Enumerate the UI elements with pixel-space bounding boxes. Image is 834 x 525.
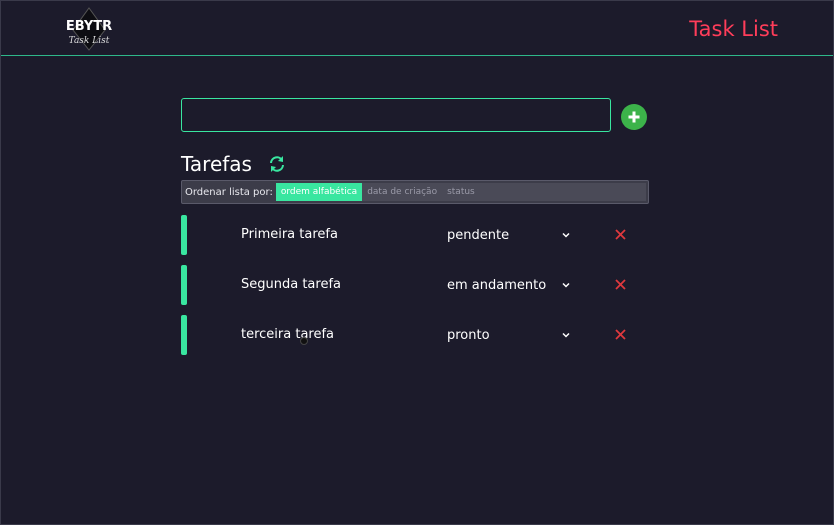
add-task-button[interactable] xyxy=(621,104,647,130)
app-title: Task List xyxy=(689,17,778,41)
sort-options: ordem alfabética data de criação status xyxy=(275,183,646,201)
task-name: Primeira tarefa xyxy=(241,227,338,242)
plus-icon xyxy=(628,111,640,123)
refresh-icon[interactable] xyxy=(267,154,287,174)
task-row: terceira tarefa pronto xyxy=(181,315,641,355)
sort-label: Ordenar lista por: xyxy=(185,186,273,198)
mouse-cursor-icon xyxy=(300,337,308,345)
task-row: Segunda tarefa em andamento xyxy=(181,265,641,305)
task-status-value: pronto xyxy=(447,327,490,343)
tasks-title: Tarefas xyxy=(181,152,252,176)
task-row: Primeira tarefa pendente xyxy=(181,215,641,255)
delete-task-icon[interactable] xyxy=(615,279,626,290)
app-window: EBYTR Task List Task List Tarefas Ordena… xyxy=(0,0,834,525)
task-name: terceira tarefa xyxy=(241,327,335,342)
svg-text:EBYTR: EBYTR xyxy=(66,19,112,34)
task-status-select[interactable]: pendente xyxy=(447,224,571,246)
chevron-down-icon xyxy=(562,332,570,338)
sort-bar: Ordenar lista por: ordem alfabética data… xyxy=(181,180,649,204)
ebytr-logo: EBYTR Task List xyxy=(59,6,119,52)
delete-task-icon[interactable] xyxy=(615,229,626,240)
delete-task-icon[interactable] xyxy=(615,329,626,340)
svg-text:Task List: Task List xyxy=(69,36,110,46)
task-accent-bar xyxy=(181,265,187,305)
sort-option-status[interactable]: status xyxy=(442,183,480,201)
task-accent-bar xyxy=(181,315,187,355)
new-task-input[interactable] xyxy=(181,98,611,132)
task-status-select[interactable]: pronto xyxy=(447,324,571,346)
task-status-value: pendente xyxy=(447,227,510,243)
task-status-value: em andamento xyxy=(447,277,547,293)
chevron-down-icon xyxy=(562,282,570,288)
task-name: Segunda tarefa xyxy=(241,277,341,292)
chevron-down-icon xyxy=(562,232,570,238)
sort-option-alphabetical[interactable]: ordem alfabética xyxy=(275,183,363,201)
task-accent-bar xyxy=(181,215,187,255)
app-header: EBYTR Task List Task List xyxy=(1,1,833,56)
task-status-select[interactable]: em andamento xyxy=(447,274,571,296)
sort-option-creation-date[interactable]: data de criação xyxy=(362,183,442,201)
